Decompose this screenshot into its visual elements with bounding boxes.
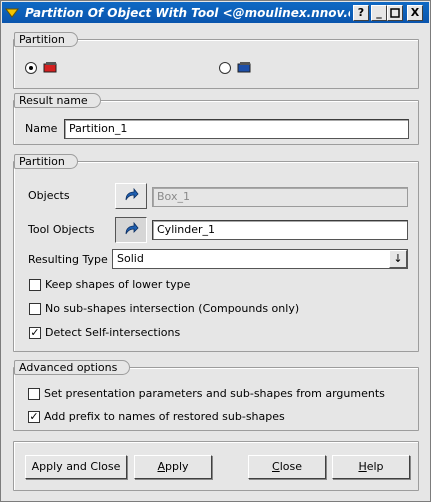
- keep-shapes-checkbox[interactable]: [29, 279, 41, 291]
- group-title: Partition: [14, 32, 78, 47]
- close-label: lose: [279, 460, 302, 473]
- tool-objects-field[interactable]: Cylinder_1: [152, 220, 408, 240]
- result-name-group: Result name Name Partition_1: [13, 93, 419, 145]
- apply-and-close-button[interactable]: Apply and Close: [25, 455, 127, 479]
- help-label: elp: [366, 460, 384, 473]
- button-bar: Apply and Close Apply Close Help: [13, 441, 419, 491]
- detect-self-label: Detect Self-intersections: [45, 326, 181, 339]
- minimize-button[interactable]: _: [371, 5, 387, 21]
- partition-type-group: Partition: [13, 32, 419, 89]
- detect-self-checkbox[interactable]: ✓: [29, 327, 41, 339]
- objects-label: Objects: [28, 189, 70, 202]
- apply-mnemonic: A: [157, 460, 165, 473]
- apply-button[interactable]: Apply: [134, 455, 212, 479]
- name-field[interactable]: Partition_1: [64, 119, 409, 139]
- partition-solid-icon: [42, 61, 58, 77]
- set-presentation-checkbox[interactable]: [28, 388, 40, 400]
- group-title: Result name: [14, 93, 101, 108]
- close-button[interactable]: Close: [248, 455, 326, 479]
- partition-plane-icon: [236, 61, 252, 77]
- partition-params-group: Partition Objects Box_1 Tool Objects Cyl…: [13, 154, 419, 352]
- no-subshapes-checkbox[interactable]: [29, 303, 41, 315]
- close-mnemonic: C: [272, 460, 280, 473]
- maximize-button[interactable]: [387, 5, 403, 21]
- resulting-type-label: Resulting Type: [28, 253, 108, 266]
- select-arrow-icon: [125, 222, 139, 235]
- title-bar[interactable]: Partition Of Object With Tool <@moulinex…: [2, 2, 429, 23]
- window-title: Partition Of Object With Tool <@moulinex…: [25, 5, 350, 20]
- objects-field[interactable]: Box_1: [152, 187, 408, 207]
- set-presentation-label: Set presentation parameters and sub-shap…: [44, 387, 385, 400]
- radio-partition-solid[interactable]: [25, 62, 37, 74]
- dropdown-arrow-icon[interactable]: ↓: [389, 250, 407, 268]
- group-title: Advanced options: [14, 360, 131, 375]
- context-help-button[interactable]: ?: [353, 5, 369, 21]
- group-title: Partition: [14, 154, 78, 169]
- keep-shapes-label: Keep shapes of lower type: [45, 278, 191, 291]
- radio-partition-plane[interactable]: [219, 62, 231, 74]
- tool-objects-label: Tool Objects: [28, 223, 95, 236]
- no-subshapes-label: No sub-shapes intersection (Compounds on…: [45, 302, 300, 315]
- add-prefix-checkbox[interactable]: ✓: [28, 411, 40, 423]
- help-button[interactable]: Help: [332, 455, 410, 479]
- resulting-type-select[interactable]: Solid ↓: [112, 249, 408, 269]
- help-mnemonic: H: [358, 460, 367, 473]
- resulting-type-value: Solid: [117, 252, 144, 265]
- advanced-options-group: Advanced options Set presentation parame…: [13, 360, 419, 431]
- select-tool-objects-button[interactable]: [115, 217, 147, 243]
- close-window-button[interactable]: X: [407, 5, 423, 21]
- apply-label: pply: [165, 460, 189, 473]
- add-prefix-label: Add prefix to names of restored sub-shap…: [44, 410, 285, 423]
- select-arrow-icon: [125, 188, 139, 201]
- dialog-window: Partition Of Object With Tool <@moulinex…: [0, 0, 431, 502]
- name-label: Name: [25, 122, 58, 135]
- select-objects-button[interactable]: [115, 183, 147, 209]
- app-menu-icon[interactable]: [2, 3, 22, 22]
